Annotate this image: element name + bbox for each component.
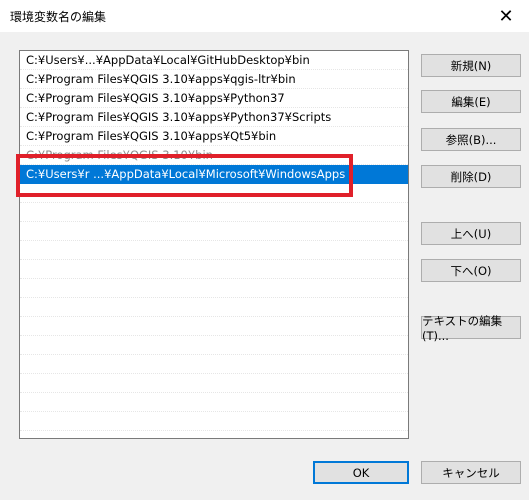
title-bar: 環境変数名の編集 ✕	[0, 0, 529, 32]
path-list-empty-row	[20, 203, 408, 222]
path-list-item[interactable]: C:¥Program Files¥QGIS 3.10¥bin	[20, 146, 408, 165]
path-list-item[interactable]: C:¥Program Files¥QGIS 3.10¥apps¥qgis-ltr…	[20, 70, 408, 89]
path-list-empty-row	[20, 260, 408, 279]
path-list-item[interactable]: C:¥Program Files¥QGIS 3.10¥apps¥Python37…	[20, 108, 408, 127]
path-list-empty-row	[20, 184, 408, 203]
path-list-item[interactable]: C:¥Program Files¥QGIS 3.10¥apps¥Qt5¥bin	[20, 127, 408, 146]
path-list-empty-row	[20, 298, 408, 317]
move-down-button[interactable]: 下へ(O)	[421, 259, 521, 282]
edit-button[interactable]: 編集(E)	[421, 90, 521, 113]
close-icon[interactable]: ✕	[483, 0, 529, 32]
new-button[interactable]: 新規(N)	[421, 54, 521, 77]
path-list-empty-row	[20, 393, 408, 412]
path-list-empty-row	[20, 317, 408, 336]
move-up-button[interactable]: 上へ(U)	[421, 222, 521, 245]
path-list-empty-row	[20, 222, 408, 241]
path-list-item[interactable]: C:¥Users¥r ...¥AppData¥Local¥Microsoft¥W…	[20, 165, 408, 184]
ok-button[interactable]: OK	[313, 461, 409, 484]
path-list-empty-row	[20, 241, 408, 260]
path-list-item[interactable]: C:¥Program Files¥QGIS 3.10¥apps¥Python37	[20, 89, 408, 108]
edit-text-button[interactable]: テキストの編集(T)...	[421, 314, 521, 343]
path-list-empty-row	[20, 412, 408, 431]
delete-button[interactable]: 削除(D)	[421, 165, 521, 188]
path-list-item[interactable]: C:¥Users¥...¥AppData¥Local¥GitHubDesktop…	[20, 51, 408, 70]
window-title: 環境変数名の編集	[10, 10, 107, 24]
path-list[interactable]: C:¥Users¥...¥AppData¥Local¥GitHubDesktop…	[19, 50, 409, 439]
browse-button[interactable]: 参照(B)...	[421, 128, 521, 151]
path-list-empty-row	[20, 336, 408, 355]
path-list-empty-row	[20, 279, 408, 298]
path-list-empty-row	[20, 374, 408, 393]
cancel-button[interactable]: キャンセル	[421, 461, 521, 484]
path-list-empty-row	[20, 355, 408, 374]
